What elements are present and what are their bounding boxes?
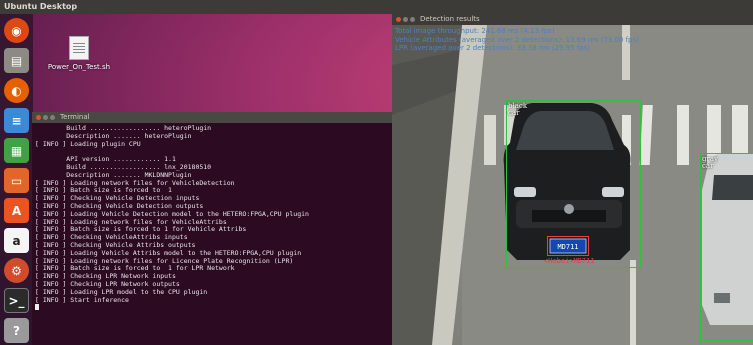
libreoffice-writer-icon[interactable]: ≡ — [4, 108, 29, 133]
vehicle-bounding-box — [700, 153, 753, 341]
terminal-line: [ INFO ] Checking Vehicle Detection inpu… — [35, 194, 200, 203]
firefox-icon[interactable]: ◐ — [4, 78, 29, 103]
vehicle-type-label: car — [702, 162, 714, 170]
terminal-line: [ INFO ] Batch size is forced to 1 — [35, 186, 172, 195]
detection-titlebar[interactable]: Detection results — [392, 14, 753, 25]
amazon-icon[interactable]: a — [4, 228, 29, 253]
terminal-line: [ INFO ] Loading Vehicle Detection model… — [35, 209, 309, 218]
vehicle-label: gray car — [702, 156, 718, 170]
terminal-title: Terminal — [60, 113, 90, 121]
maximize-icon[interactable] — [410, 17, 415, 22]
terminal-line: [ INFO ] Checking LPR Network outputs — [35, 279, 180, 288]
terminal-line: [ INFO ] Batch size is forced to 1 for V… — [35, 225, 247, 234]
plate-recognition-label: <Hebei>MD711 — [544, 257, 595, 265]
help-icon[interactable]: ? — [4, 318, 29, 343]
terminal-titlebar[interactable]: Terminal — [32, 112, 392, 123]
terminal-cursor — [35, 304, 39, 311]
performance-stats: Total image throughput: 241.68 ms (4.13 … — [395, 27, 639, 53]
libreoffice-impress-icon[interactable]: ▭ — [4, 168, 29, 193]
plate-bounding-box — [547, 236, 589, 256]
terminal-line: [ INFO ] Loading LPR model to the CPU pl… — [35, 287, 208, 296]
terminal-line: Description ....... heteroPlugin — [66, 131, 192, 140]
terminal-icon[interactable]: >_ — [4, 288, 29, 313]
terminal-line: [ INFO ] Loading network files for Vehic… — [35, 178, 235, 187]
terminal-line: [ INFO ] Batch size is forced to 1 for L… — [35, 264, 235, 273]
libreoffice-calc-icon[interactable]: ▦ — [4, 138, 29, 163]
maximize-icon[interactable] — [50, 115, 55, 120]
terminal-line: [ INFO ] Loading plugin CPU — [35, 139, 141, 148]
files-icon[interactable]: ▤ — [4, 48, 29, 73]
top-menu-bar: Ubuntu Desktop — [0, 0, 753, 14]
detection-video-frame: MD711 Total image throughput: 241.68 ms … — [392, 25, 753, 345]
software-center-icon[interactable]: A — [4, 198, 29, 223]
terminal-line: Description ....... MKLDNNPlugin — [66, 170, 192, 179]
launcher-bar: ◉ ▤ ◐ ≡ ▦ ▭ A a ⚙ >_ ? — [0, 14, 33, 345]
close-icon[interactable] — [396, 17, 401, 22]
throughput-stat: Total image throughput: 241.68 ms (4.13 … — [395, 27, 555, 35]
terminal-line: [ INFO ] Start inference — [35, 295, 129, 304]
detection-title: Detection results — [420, 15, 480, 23]
ubuntu-dash-icon[interactable]: ◉ — [4, 18, 29, 43]
attributes-stat: Vehicle Attributes (averaged over 2 dete… — [395, 35, 639, 44]
lpr-stat: LPR (averaged over 2 detections): 33.38 … — [395, 44, 591, 52]
close-icon[interactable] — [36, 115, 41, 120]
desktop-file-icon[interactable]: Power_On_Test.sh — [44, 36, 114, 71]
terminal-line: [ INFO ] Loading network files for Licen… — [35, 256, 294, 265]
vehicle-label: black car — [508, 103, 527, 117]
minimize-icon[interactable] — [43, 115, 48, 120]
terminal-line: [ INFO ] Checking Vehicle Detection outp… — [35, 201, 204, 210]
terminal-line: [ INFO ] Checking Vehicle Attribs output… — [35, 240, 196, 249]
vehicle-type-label: car — [508, 109, 520, 117]
window-title: Ubuntu Desktop — [4, 2, 78, 11]
minimize-icon[interactable] — [403, 17, 408, 22]
terminal-line: API version ............ 1.1 — [66, 155, 176, 164]
desktop-file-label: Power_On_Test.sh — [47, 63, 111, 71]
shell-script-icon — [69, 36, 89, 60]
window-controls — [36, 115, 57, 126]
detection-results-window[interactable]: Detection results MD711 Total image thro… — [392, 14, 753, 345]
terminal-line: [ INFO ] Checking LPR Network inputs — [35, 272, 176, 281]
terminal-window[interactable]: Terminal Build .................. hetero… — [32, 112, 392, 345]
terminal-line: [ INFO ] Checking VehicleAttribs inputs — [35, 233, 188, 242]
terminal-line: Build .................. lnx_20180510 — [66, 162, 212, 171]
terminal-line: [ INFO ] Loading Vehicle Attribs model t… — [35, 248, 302, 257]
terminal-line: Build .................. heteroPlugin — [66, 124, 212, 132]
terminal-output[interactable]: Build .................. heteroPlugin De… — [32, 123, 392, 312]
system-settings-icon[interactable]: ⚙ — [4, 258, 29, 283]
terminal-line: [ INFO ] Loading network files for Vehic… — [35, 217, 227, 226]
